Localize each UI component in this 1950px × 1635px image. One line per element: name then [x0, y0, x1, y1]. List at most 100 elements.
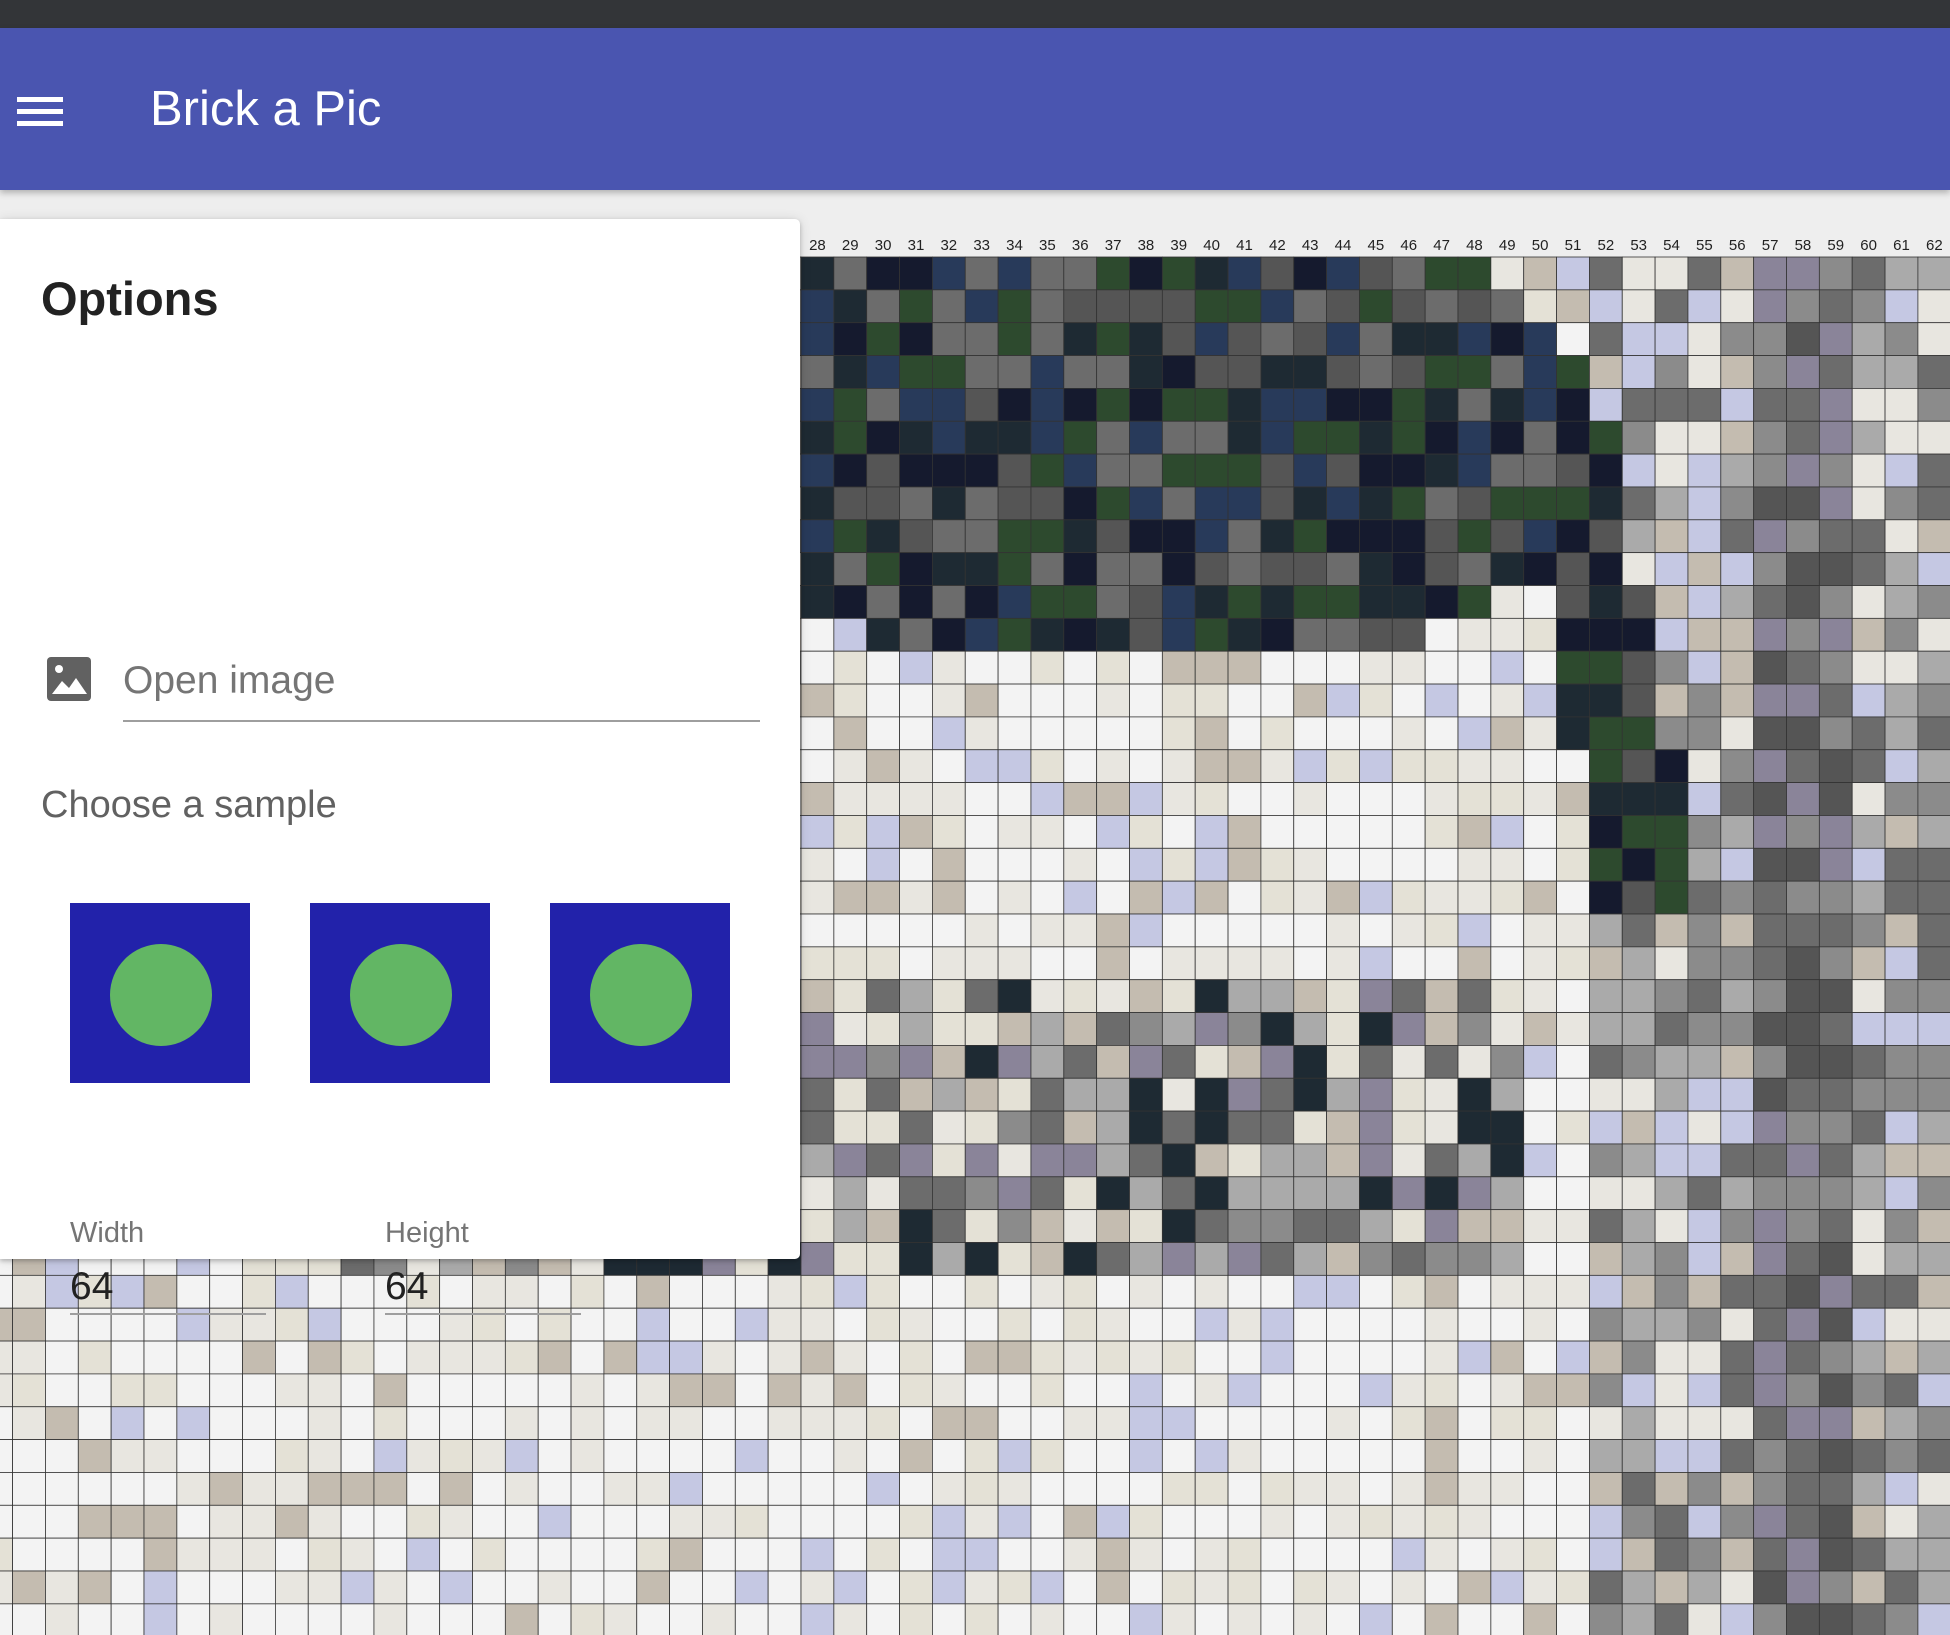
mosaic-cell — [603, 1274, 638, 1309]
open-image-button[interactable]: Open image — [44, 644, 760, 724]
mosaic-cell — [1096, 289, 1130, 324]
mosaic-cell — [1654, 552, 1689, 586]
mosaic-cell — [176, 1340, 211, 1375]
mosaic-cell — [1786, 650, 1820, 685]
mosaic-cell — [669, 1472, 703, 1506]
mosaic-cell — [1326, 1307, 1360, 1342]
mosaic-cell — [1687, 683, 1722, 718]
mosaic-cell — [1227, 782, 1262, 816]
mosaic-cell — [1786, 979, 1820, 1013]
sample-thumbnail-2[interactable] — [310, 903, 490, 1083]
mosaic-cell — [45, 1504, 79, 1539]
mosaic-cell — [1720, 1077, 1755, 1112]
mosaic-cell — [1424, 913, 1459, 948]
mosaic-cell — [1227, 1012, 1262, 1046]
mosaic-cell — [1359, 1274, 1393, 1309]
width-input[interactable] — [70, 1261, 266, 1315]
mosaic-cell — [964, 585, 999, 619]
mosaic-cell — [1260, 1045, 1295, 1079]
mosaic-cell — [636, 1340, 670, 1375]
mosaic-cell — [12, 1439, 46, 1473]
mosaic-cell — [1884, 289, 1919, 324]
mosaic-cell — [833, 1110, 868, 1145]
mosaic-cell — [1851, 1537, 1886, 1572]
mosaic-cell — [1424, 1439, 1459, 1473]
mosaic-cell — [932, 716, 966, 751]
sample-thumbnail-3[interactable] — [550, 903, 730, 1083]
mosaic-cell — [209, 1406, 243, 1440]
mosaic-cell — [1030, 519, 1065, 554]
mosaic-cell — [603, 1537, 638, 1572]
mosaic-cell — [45, 1472, 79, 1506]
mosaic-cell — [833, 749, 868, 783]
mosaic-cell — [1359, 453, 1393, 488]
mosaic-cell — [1391, 486, 1426, 521]
mosaic-cell — [1589, 1143, 1623, 1178]
mosaic-cell — [899, 1274, 933, 1309]
mosaic-cell — [1818, 913, 1853, 948]
column-number-label: 29 — [842, 237, 859, 254]
mosaic-cell — [866, 486, 900, 521]
mosaic-cell — [45, 1340, 79, 1375]
mosaic-cell — [1753, 1373, 1787, 1408]
mosaic-cell — [1720, 1439, 1755, 1473]
mosaic-cell — [932, 1143, 966, 1178]
mosaic-cell — [997, 847, 1032, 882]
mosaic-cell — [504, 1570, 539, 1605]
mosaic-cell — [1818, 782, 1853, 816]
mosaic-cell — [1720, 979, 1755, 1013]
menu-icon[interactable] — [10, 83, 68, 139]
mosaic-cell — [1589, 1307, 1623, 1342]
mosaic-cell — [1227, 946, 1262, 981]
mosaic-cell — [1786, 749, 1820, 783]
mosaic-cell — [1359, 979, 1393, 1013]
mosaic-cell — [1424, 552, 1459, 586]
mosaic-cell — [1424, 256, 1459, 291]
mosaic-cell — [1917, 1406, 1950, 1440]
mosaic-cell — [1917, 617, 1950, 652]
mosaic-cell — [1030, 1603, 1065, 1635]
mosaic-cell — [932, 1045, 966, 1079]
mosaic-cell — [1030, 585, 1065, 619]
mosaic-cell — [504, 1373, 539, 1408]
mosaic-cell — [1589, 847, 1623, 882]
mosaic-cell — [176, 1504, 211, 1539]
mosaic-cell — [209, 1603, 243, 1635]
mosaic-cell — [1884, 387, 1919, 422]
mosaic-cell — [1260, 420, 1295, 455]
mosaic-cell — [1687, 1307, 1722, 1342]
mosaic-cell — [1391, 1143, 1426, 1178]
mosaic-cell — [1063, 1570, 1098, 1605]
mosaic-cell — [1030, 1176, 1065, 1211]
mosaic-cell — [997, 617, 1032, 652]
mosaic-cell — [1063, 387, 1098, 422]
mosaic-cell — [866, 453, 900, 488]
mosaic-cell — [373, 1603, 408, 1635]
mosaic-cell — [1096, 716, 1130, 751]
mosaic-cell — [1851, 355, 1886, 389]
mosaic-cell — [1424, 387, 1459, 422]
mosaic-cell — [997, 716, 1032, 751]
mosaic-cell — [932, 1242, 966, 1276]
mosaic-cell — [209, 1472, 243, 1506]
mosaic-cell — [1129, 1110, 1163, 1145]
height-input[interactable] — [385, 1261, 581, 1315]
mosaic-cell — [1490, 1176, 1525, 1211]
mosaic-cell — [1589, 1209, 1623, 1243]
mosaic-cell — [1818, 1110, 1853, 1145]
mosaic-cell — [1161, 847, 1196, 882]
mosaic-cell — [406, 1439, 441, 1473]
mosaic-cell — [77, 1472, 112, 1506]
mosaic-cell — [1063, 749, 1098, 783]
column-number-label: 60 — [1860, 237, 1877, 254]
mosaic-cell — [1556, 552, 1590, 586]
mosaic-cell — [1096, 1570, 1130, 1605]
mosaic-cell — [472, 1570, 506, 1605]
mosaic-cell — [997, 585, 1032, 619]
mosaic-cell — [1786, 1209, 1820, 1243]
sample-thumbnail-1[interactable] — [70, 903, 250, 1083]
mosaic-cell — [767, 1439, 802, 1473]
mosaic-cell — [1227, 1537, 1262, 1572]
mosaic-cell — [1293, 1406, 1327, 1440]
mosaic-cell — [964, 1209, 999, 1243]
